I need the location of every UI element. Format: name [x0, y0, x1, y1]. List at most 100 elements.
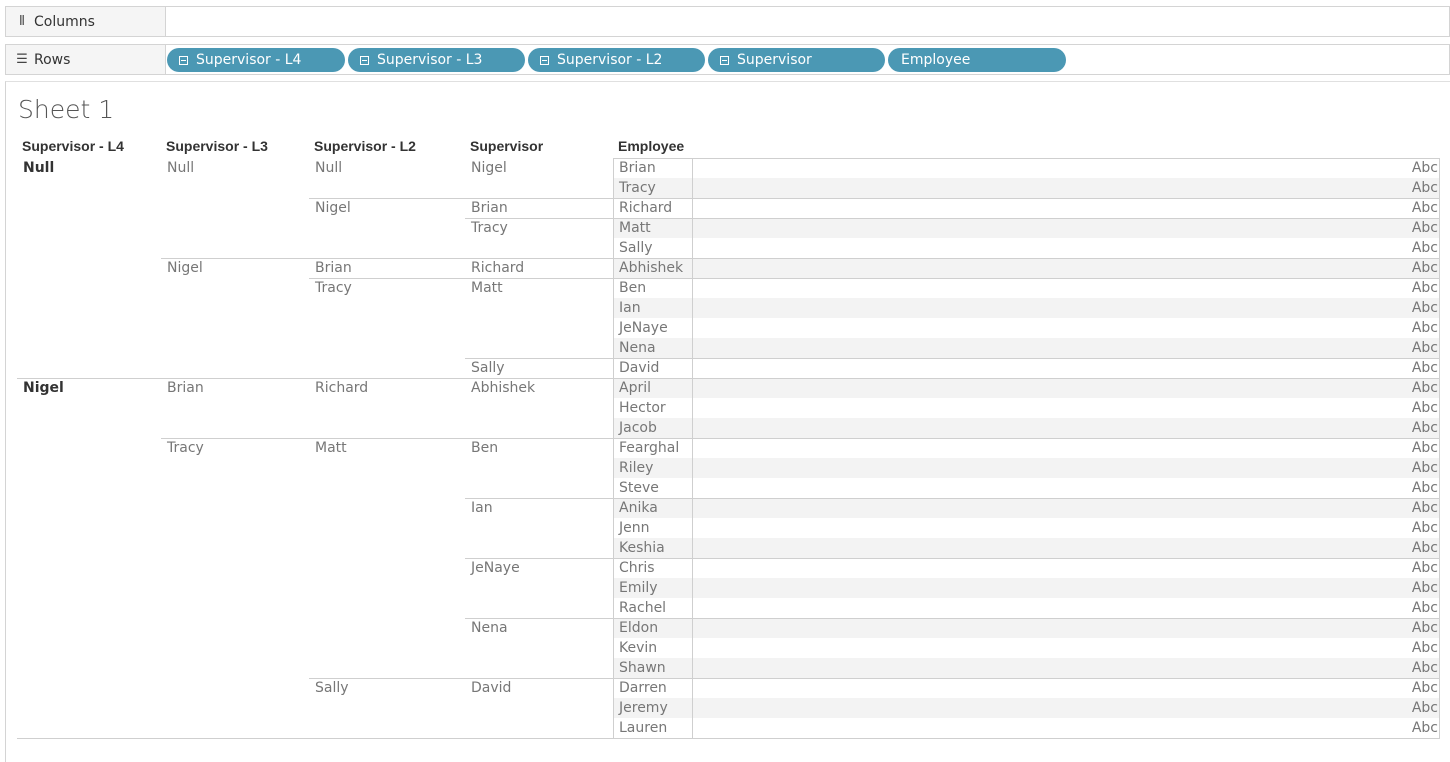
header-supervisor-l2[interactable]: Supervisor - L2: [314, 138, 416, 154]
mark-text[interactable]: Abc: [1378, 298, 1438, 318]
header-employee[interactable]: Employee: [618, 138, 684, 154]
supervisor-l2-cell[interactable]: Richard: [315, 378, 368, 398]
mark-text[interactable]: Abc: [1378, 558, 1438, 578]
employee-cell[interactable]: Brian: [613, 158, 693, 178]
supervisor-cell[interactable]: Brian: [471, 198, 508, 218]
mark-text[interactable]: Abc: [1378, 598, 1438, 618]
employee-cell[interactable]: Jenn: [613, 518, 693, 538]
mark-text[interactable]: Abc: [1378, 358, 1438, 378]
supervisor-l2-cell[interactable]: Matt: [315, 438, 347, 458]
employee-cell[interactable]: Rachel: [613, 598, 693, 618]
employee-cell[interactable]: Emily: [613, 578, 693, 598]
supervisor-l3-cell[interactable]: Tracy: [167, 438, 204, 458]
header-supervisor-l4[interactable]: Supervisor - L4: [22, 138, 124, 154]
mark-text[interactable]: Abc: [1378, 278, 1438, 298]
mark-text[interactable]: Abc: [1378, 438, 1438, 458]
employee-cell[interactable]: Jacob: [613, 418, 693, 438]
supervisor-l4-cell[interactable]: Nigel: [23, 378, 64, 398]
collapse-icon[interactable]: [360, 55, 369, 65]
employee-cell[interactable]: Chris: [613, 558, 693, 578]
mark-text[interactable]: Abc: [1378, 478, 1438, 498]
employee-cell[interactable]: Riley: [613, 458, 693, 478]
mark-text[interactable]: Abc: [1378, 378, 1438, 398]
employee-cell[interactable]: JeNaye: [613, 318, 693, 338]
employee-cell[interactable]: Fearghal: [613, 438, 693, 458]
supervisor-cell[interactable]: Abhishek: [471, 378, 535, 398]
pill-supervisor-l2[interactable]: Supervisor - L2: [528, 48, 705, 72]
supervisor-cell[interactable]: Nena: [471, 618, 508, 638]
mark-text[interactable]: Abc: [1378, 678, 1438, 698]
employee-cell[interactable]: Richard: [613, 198, 693, 218]
supervisor-cell[interactable]: Richard: [471, 258, 524, 278]
pill-supervisor-l4[interactable]: Supervisor - L4: [167, 48, 345, 72]
mark-text[interactable]: Abc: [1378, 658, 1438, 678]
mark-text[interactable]: Abc: [1378, 258, 1438, 278]
employee-cell[interactable]: Abhishek: [613, 258, 693, 278]
supervisor-cell[interactable]: David: [471, 678, 511, 698]
employee-cell[interactable]: Nena: [613, 338, 693, 358]
employee-cell[interactable]: Matt: [613, 218, 693, 238]
mark-text[interactable]: Abc: [1378, 578, 1438, 598]
employee-cell[interactable]: Jeremy: [613, 698, 693, 718]
collapse-icon[interactable]: [720, 55, 729, 65]
employee-cell[interactable]: Tracy: [613, 178, 693, 198]
collapse-icon[interactable]: [179, 55, 188, 65]
collapse-icon[interactable]: [540, 55, 549, 65]
header-supervisor[interactable]: Supervisor: [470, 138, 543, 154]
mark-text[interactable]: Abc: [1378, 498, 1438, 518]
supervisor-cell[interactable]: JeNaye: [471, 558, 520, 578]
mark-text[interactable]: Abc: [1378, 698, 1438, 718]
employee-cell[interactable]: Sally: [613, 238, 693, 258]
mark-text[interactable]: Abc: [1378, 178, 1438, 198]
supervisor-l3-cell[interactable]: Null: [167, 158, 194, 178]
supervisor-cell[interactable]: Sally: [471, 358, 505, 378]
employee-cell[interactable]: Keshia: [613, 538, 693, 558]
supervisor-l4-cell[interactable]: Null: [23, 158, 54, 178]
employee-cell[interactable]: Darren: [613, 678, 693, 698]
employee-cell[interactable]: April: [613, 378, 693, 398]
employee-cell[interactable]: Ben: [613, 278, 693, 298]
supervisor-l2-cell[interactable]: Brian: [315, 258, 352, 278]
employee-cell[interactable]: Hector: [613, 398, 693, 418]
employee-cell[interactable]: Kevin: [613, 638, 693, 658]
mark-text[interactable]: Abc: [1378, 618, 1438, 638]
mark-text[interactable]: Abc: [1378, 518, 1438, 538]
supervisor-cell[interactable]: Ben: [471, 438, 498, 458]
employee-cell[interactable]: Eldon: [613, 618, 693, 638]
supervisor-l2-cell[interactable]: Null: [315, 158, 342, 178]
pill-supervisor[interactable]: Supervisor: [708, 48, 885, 72]
supervisor-cell[interactable]: Nigel: [471, 158, 507, 178]
supervisor-l3-cell[interactable]: Brian: [167, 378, 204, 398]
mark-text[interactable]: Abc: [1378, 718, 1438, 738]
columns-shelf[interactable]: ⫴ Columns: [5, 6, 1450, 37]
supervisor-cell[interactable]: Tracy: [471, 218, 508, 238]
employee-cell[interactable]: Anika: [613, 498, 693, 518]
mark-text[interactable]: Abc: [1378, 638, 1438, 658]
mark-text[interactable]: Abc: [1378, 318, 1438, 338]
rows-shelf[interactable]: ☰ Rows Supervisor - L4 Supervisor - L3 S…: [5, 44, 1450, 75]
mark-text[interactable]: Abc: [1378, 398, 1438, 418]
mark-text[interactable]: Abc: [1378, 238, 1438, 258]
employee-cell[interactable]: Lauren: [613, 718, 693, 738]
employee-cell[interactable]: Ian: [613, 298, 693, 318]
pill-supervisor-l3[interactable]: Supervisor - L3: [348, 48, 525, 72]
employee-cell[interactable]: Steve: [613, 478, 693, 498]
supervisor-l2-cell[interactable]: Nigel: [315, 198, 351, 218]
mark-text[interactable]: Abc: [1378, 198, 1438, 218]
mark-text[interactable]: Abc: [1378, 458, 1438, 478]
supervisor-l3-cell[interactable]: Nigel: [167, 258, 203, 278]
mark-text[interactable]: Abc: [1378, 338, 1438, 358]
header-supervisor-l3[interactable]: Supervisor - L3: [166, 138, 268, 154]
employee-cell[interactable]: David: [613, 358, 693, 378]
mark-text[interactable]: Abc: [1378, 418, 1438, 438]
supervisor-cell[interactable]: Matt: [471, 278, 503, 298]
supervisor-cell[interactable]: Ian: [471, 498, 493, 518]
supervisor-l2-cell[interactable]: Tracy: [315, 278, 352, 298]
supervisor-l2-cell[interactable]: Sally: [315, 678, 349, 698]
employee-cell[interactable]: Shawn: [613, 658, 693, 678]
pill-employee[interactable]: Employee: [888, 48, 1066, 72]
mark-text[interactable]: Abc: [1378, 158, 1438, 178]
mark-text[interactable]: Abc: [1378, 538, 1438, 558]
mark-text[interactable]: Abc: [1378, 218, 1438, 238]
group-divider: [465, 358, 1439, 359]
